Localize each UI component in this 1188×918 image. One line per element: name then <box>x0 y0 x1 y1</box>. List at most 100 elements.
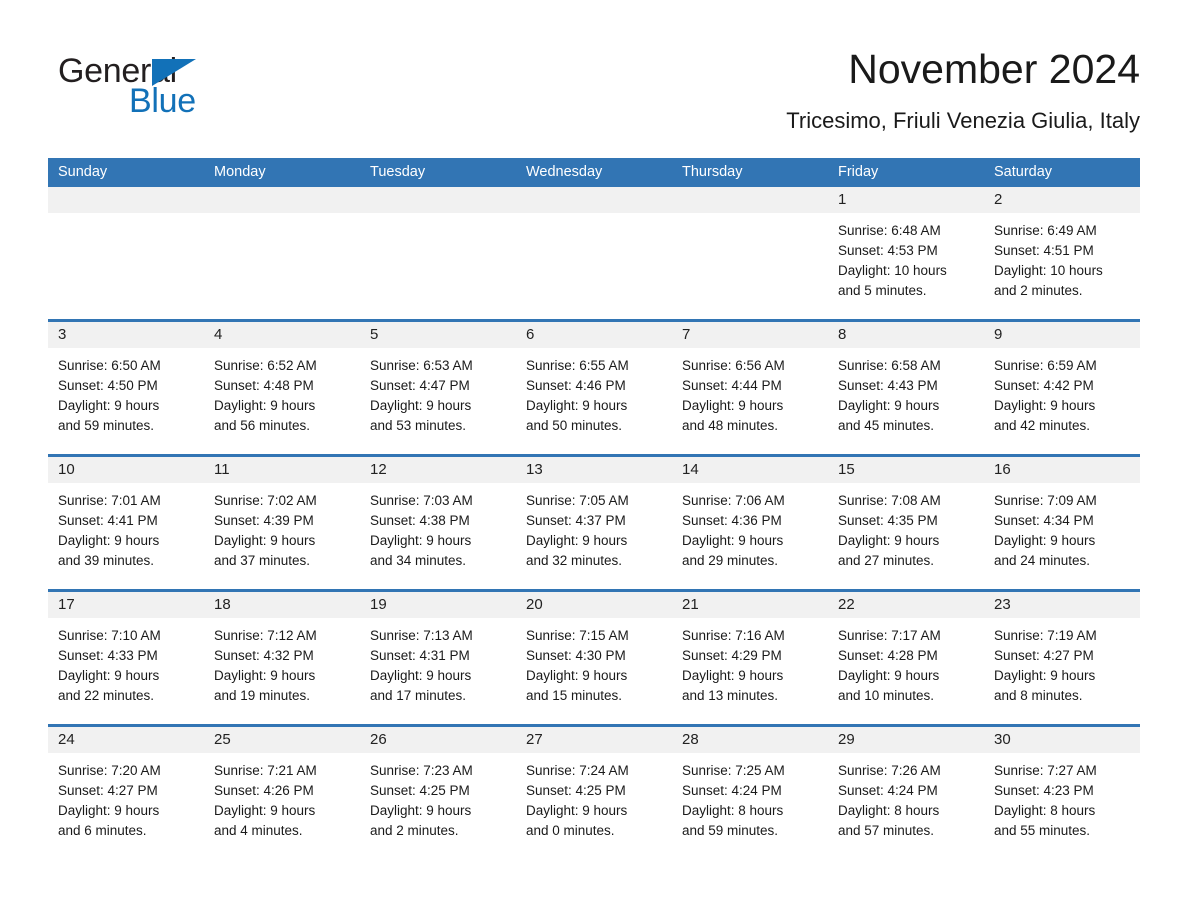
day-cell[interactable]: 6 Sunrise: 6:55 AM Sunset: 4:46 PM Daylight… <box>516 322 672 454</box>
sunset-line: Sunset: 4:29 PM <box>682 648 782 663</box>
day-details: Sunrise: 7:13 AM Sunset: 4:31 PM Daylight:… <box>360 618 516 706</box>
day-details: Sunrise: 6:53 AM Sunset: 4:47 PM Daylight:… <box>360 348 516 436</box>
daylight-line-cont: and 59 minutes. <box>682 823 779 838</box>
day-details: Sunrise: 7:20 AM Sunset: 4:27 PM Daylight:… <box>48 753 204 841</box>
sunset-line: Sunset: 4:37 PM <box>526 513 626 528</box>
day-number-band: 28 <box>672 727 828 753</box>
day-number: 27 <box>526 731 543 748</box>
daylight-line-cont: and 53 minutes. <box>370 418 467 433</box>
sunset-line: Sunset: 4:27 PM <box>58 783 158 798</box>
day-cell[interactable]: 26 Sunrise: 7:23 AM Sunset: 4:25 PM Dayligh… <box>360 727 516 859</box>
day-number-band: 10 <box>48 457 204 483</box>
day-number-band: 21 <box>672 592 828 618</box>
day-number-band <box>672 187 828 213</box>
weekday-header-sunday: Sunday <box>58 164 108 180</box>
day-details <box>672 213 828 221</box>
sunrise-line: Sunrise: 7:19 AM <box>994 628 1097 643</box>
day-cell[interactable]: 27 Sunrise: 7:24 AM Sunset: 4:25 PM Dayligh… <box>516 727 672 859</box>
day-cell[interactable]: 20 Sunrise: 7:15 AM Sunset: 4:30 PM Dayligh… <box>516 592 672 724</box>
daylight-line-cont: and 15 minutes. <box>526 688 623 703</box>
day-cell[interactable]: 5 Sunrise: 6:53 AM Sunset: 4:47 PM Daylight… <box>360 322 516 454</box>
day-cell[interactable]: 12 Sunrise: 7:03 AM Sunset: 4:38 PM Dayligh… <box>360 457 516 589</box>
day-cell[interactable]: 28 Sunrise: 7:25 AM Sunset: 4:24 PM Dayligh… <box>672 727 828 859</box>
day-number-band: 29 <box>828 727 984 753</box>
day-details: Sunrise: 7:03 AM Sunset: 4:38 PM Daylight:… <box>360 483 516 571</box>
sunset-line: Sunset: 4:39 PM <box>214 513 314 528</box>
calendar-week-row: 1 Sunrise: 6:48 AM Sunset: 4:53 PM Daylight… <box>48 187 1140 319</box>
daylight-line: Daylight: 9 hours <box>214 398 316 413</box>
daylight-line: Daylight: 9 hours <box>214 533 316 548</box>
day-details: Sunrise: 7:17 AM Sunset: 4:28 PM Daylight:… <box>828 618 984 706</box>
day-cell[interactable]: 11 Sunrise: 7:02 AM Sunset: 4:39 PM Dayligh… <box>204 457 360 589</box>
daylight-line-cont: and 48 minutes. <box>682 418 779 433</box>
sunrise-line: Sunrise: 7:13 AM <box>370 628 473 643</box>
daylight-line-cont: and 19 minutes. <box>214 688 311 703</box>
day-cell[interactable]: 1 Sunrise: 6:48 AM Sunset: 4:53 PM Daylight… <box>828 187 984 319</box>
day-number: 9 <box>994 326 1003 343</box>
daylight-line-cont: and 34 minutes. <box>370 553 467 568</box>
day-cell[interactable]: 13 Sunrise: 7:05 AM Sunset: 4:37 PM Dayligh… <box>516 457 672 589</box>
daylight-line: Daylight: 9 hours <box>370 803 472 818</box>
day-cell[interactable]: 4 Sunrise: 6:52 AM Sunset: 4:48 PM Daylight… <box>204 322 360 454</box>
calendar-grid: Sunday Monday Tuesday Wednesday Thursday Frid… <box>48 158 1140 859</box>
day-number-band: 17 <box>48 592 204 618</box>
day-cell[interactable]: 8 Sunrise: 6:58 AM Sunset: 4:43 PM Daylight… <box>828 322 984 454</box>
daylight-line: Daylight: 9 hours <box>838 668 940 683</box>
day-cell[interactable]: 2 Sunrise: 6:49 AM Sunset: 4:51 PM Daylight… <box>984 187 1140 319</box>
day-cell-empty <box>204 187 360 319</box>
day-number-band: 3 <box>48 322 204 348</box>
daylight-line: Daylight: 10 hours <box>994 263 1103 278</box>
day-cell[interactable]: 19 Sunrise: 7:13 AM Sunset: 4:31 PM Dayligh… <box>360 592 516 724</box>
weekday-header-saturday: Saturday <box>994 164 1053 180</box>
day-details: Sunrise: 7:26 AM Sunset: 4:24 PM Daylight:… <box>828 753 984 841</box>
day-details: Sunrise: 7:19 AM Sunset: 4:27 PM Daylight:… <box>984 618 1140 706</box>
day-cell[interactable]: 14 Sunrise: 7:06 AM Sunset: 4:36 PM Dayligh… <box>672 457 828 589</box>
day-cell[interactable]: 17 Sunrise: 7:10 AM Sunset: 4:33 PM Dayligh… <box>48 592 204 724</box>
day-cell[interactable]: 10 Sunrise: 7:01 AM Sunset: 4:41 PM Dayligh… <box>48 457 204 589</box>
day-cell[interactable]: 21 Sunrise: 7:16 AM Sunset: 4:29 PM Dayligh… <box>672 592 828 724</box>
daylight-line-cont: and 2 minutes. <box>994 283 1083 298</box>
day-cell[interactable]: 9 Sunrise: 6:59 AM Sunset: 4:42 PM Daylight… <box>984 322 1140 454</box>
day-number: 14 <box>682 461 699 478</box>
day-cell-empty <box>48 187 204 319</box>
sunset-line: Sunset: 4:35 PM <box>838 513 938 528</box>
day-details: Sunrise: 7:10 AM Sunset: 4:33 PM Daylight:… <box>48 618 204 706</box>
day-details: Sunrise: 7:05 AM Sunset: 4:37 PM Daylight:… <box>516 483 672 571</box>
day-cell[interactable]: 16 Sunrise: 7:09 AM Sunset: 4:34 PM Dayligh… <box>984 457 1140 589</box>
day-details <box>516 213 672 221</box>
daylight-line-cont: and 22 minutes. <box>58 688 155 703</box>
day-cell[interactable]: 3 Sunrise: 6:50 AM Sunset: 4:50 PM Daylight… <box>48 322 204 454</box>
day-details: Sunrise: 7:25 AM Sunset: 4:24 PM Daylight:… <box>672 753 828 841</box>
sunset-line: Sunset: 4:42 PM <box>994 378 1094 393</box>
sunrise-line: Sunrise: 7:26 AM <box>838 763 941 778</box>
general-blue-logo[interactable]: General Blue <box>58 52 278 124</box>
day-number-band: 27 <box>516 727 672 753</box>
day-cell[interactable]: 15 Sunrise: 7:08 AM Sunset: 4:35 PM Dayligh… <box>828 457 984 589</box>
day-cell[interactable]: 25 Sunrise: 7:21 AM Sunset: 4:26 PM Dayligh… <box>204 727 360 859</box>
day-number-band: 12 <box>360 457 516 483</box>
day-number: 30 <box>994 731 1011 748</box>
sunset-line: Sunset: 4:50 PM <box>58 378 158 393</box>
day-cell[interactable]: 22 Sunrise: 7:17 AM Sunset: 4:28 PM Dayligh… <box>828 592 984 724</box>
day-cell[interactable]: 23 Sunrise: 7:19 AM Sunset: 4:27 PM Dayligh… <box>984 592 1140 724</box>
daylight-line-cont: and 6 minutes. <box>58 823 147 838</box>
day-cell[interactable]: 30 Sunrise: 7:27 AM Sunset: 4:23 PM Dayligh… <box>984 727 1140 859</box>
daylight-line-cont: and 17 minutes. <box>370 688 467 703</box>
day-cell[interactable]: 18 Sunrise: 7:12 AM Sunset: 4:32 PM Dayligh… <box>204 592 360 724</box>
daylight-line-cont: and 13 minutes. <box>682 688 779 703</box>
day-number: 11 <box>214 461 230 478</box>
day-number-band: 2 <box>984 187 1140 213</box>
day-cell[interactable]: 24 Sunrise: 7:20 AM Sunset: 4:27 PM Dayligh… <box>48 727 204 859</box>
day-cell[interactable]: 29 Sunrise: 7:26 AM Sunset: 4:24 PM Dayligh… <box>828 727 984 859</box>
daylight-line-cont: and 5 minutes. <box>838 283 927 298</box>
day-details: Sunrise: 7:21 AM Sunset: 4:26 PM Daylight:… <box>204 753 360 841</box>
daylight-line: Daylight: 9 hours <box>526 668 628 683</box>
sunrise-line: Sunrise: 7:16 AM <box>682 628 785 643</box>
daylight-line: Daylight: 9 hours <box>994 668 1096 683</box>
day-cell-empty <box>360 187 516 319</box>
daylight-line-cont: and 0 minutes. <box>526 823 615 838</box>
day-cell[interactable]: 7 Sunrise: 6:56 AM Sunset: 4:44 PM Daylight… <box>672 322 828 454</box>
day-number-band: 14 <box>672 457 828 483</box>
day-number: 17 <box>58 596 75 613</box>
calendar-week-row: 24 Sunrise: 7:20 AM Sunset: 4:27 PM Dayligh… <box>48 724 1140 859</box>
